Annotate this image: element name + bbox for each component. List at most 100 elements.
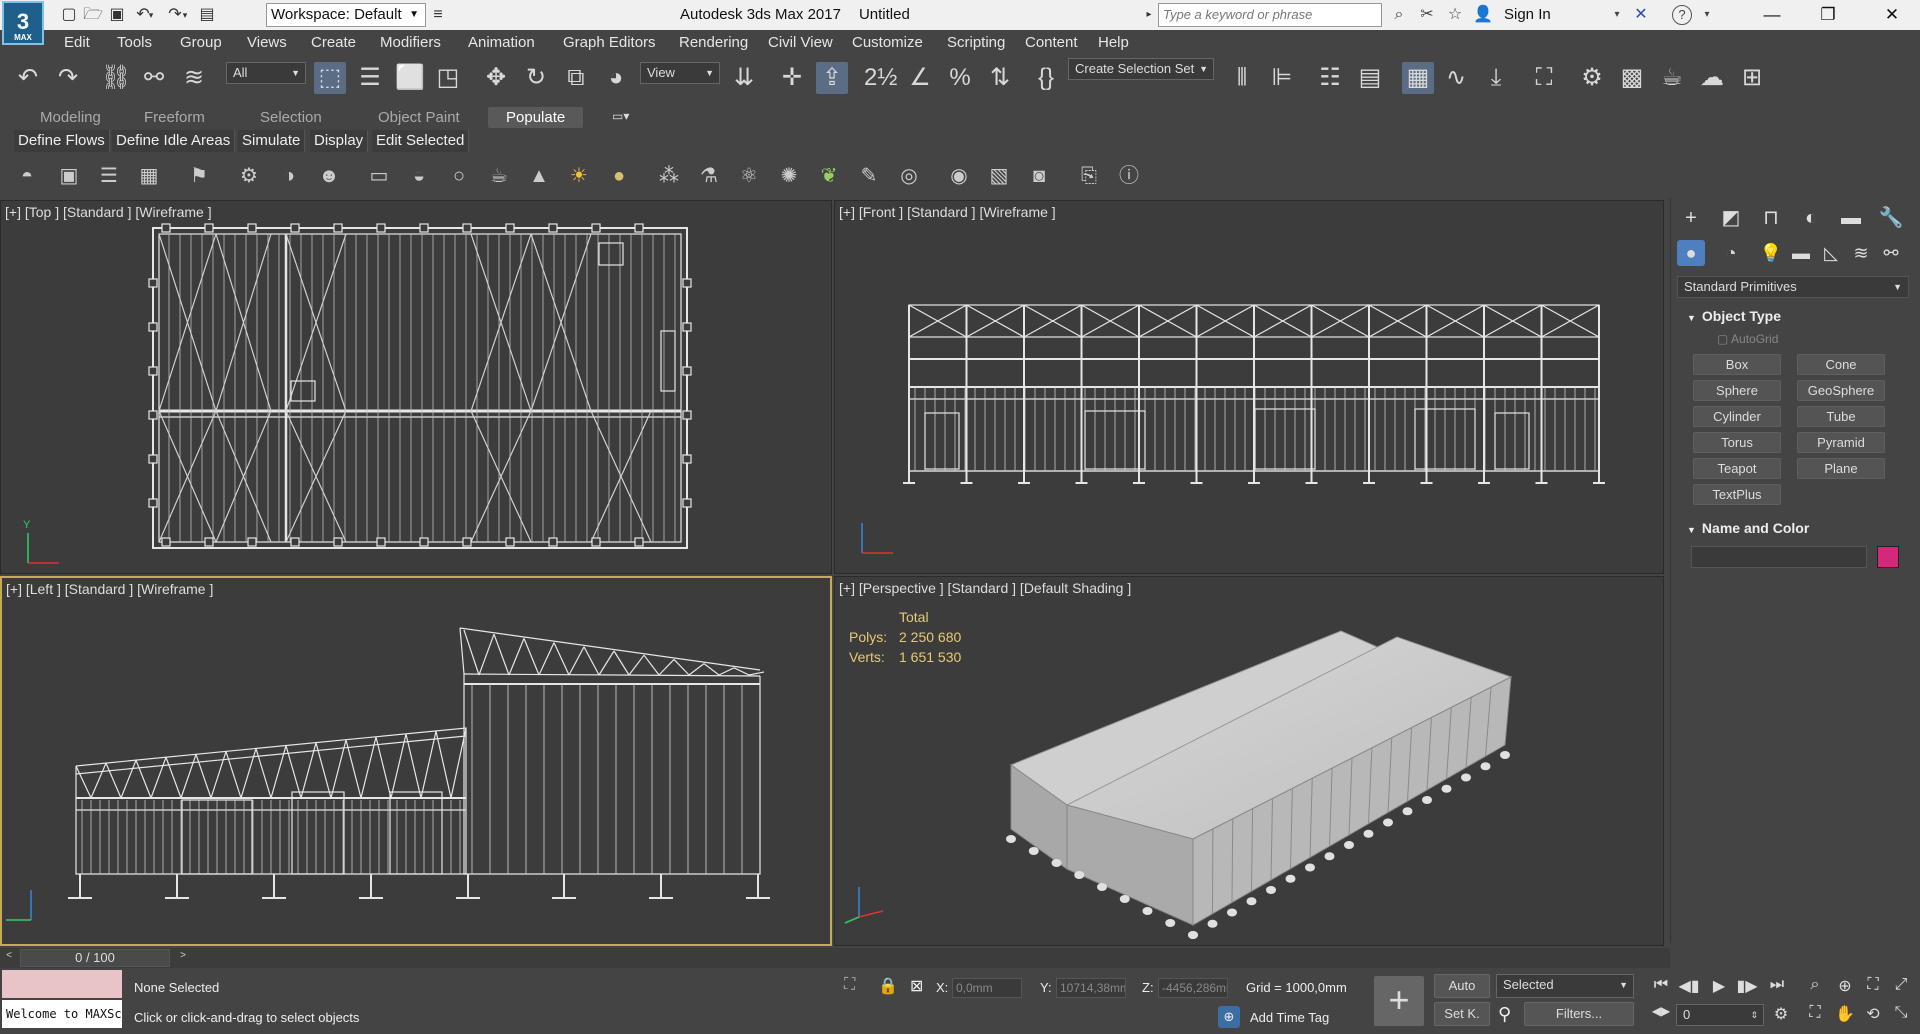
display-panel-icon[interactable]: ▬ xyxy=(1837,204,1865,232)
curve-editor-icon[interactable]: ∿ xyxy=(1440,62,1472,94)
key-mode-toggle-icon[interactable]: ◀▶ xyxy=(1650,1004,1672,1018)
material-sphere-icon[interactable]: ◉ xyxy=(946,163,972,189)
box-button[interactable]: Box xyxy=(1693,354,1781,375)
spinner-snap-icon[interactable]: ⇅ xyxy=(984,62,1016,94)
geosphere-button[interactable]: GeoSphere xyxy=(1797,380,1885,401)
undo-toolbar-icon[interactable]: ↶ xyxy=(12,62,44,94)
foliage-icon[interactable]: ❦ xyxy=(816,163,842,189)
named-selection-set-dropdown[interactable]: Create Selection Set ▼ xyxy=(1068,58,1214,80)
light-lister-icon[interactable]: ⚑ xyxy=(186,163,212,189)
x-coordinate-field[interactable]: 0,0mm xyxy=(952,978,1022,998)
undo-dropdown-icon[interactable]: ▾ xyxy=(146,5,156,25)
align-icon[interactable]: ⊫ xyxy=(1266,62,1298,94)
object-color-swatch[interactable] xyxy=(1877,546,1899,568)
key-mode-dropdown[interactable]: Selected ▼ xyxy=(1496,974,1634,998)
workspace-dropdown[interactable]: Workspace: Default ▼ xyxy=(266,3,426,27)
spinner-icon[interactable]: ◑ xyxy=(276,163,302,189)
table-icon[interactable]: ▦ xyxy=(136,163,162,189)
shell-icon[interactable]: ◎ xyxy=(896,163,922,189)
shapes-icon[interactable]: ◔ xyxy=(1717,240,1745,266)
next-frame-arrow-icon[interactable]: > xyxy=(176,950,190,966)
viewport-label-front[interactable]: [+] [Front ] [Standard ] [Wireframe ] xyxy=(839,204,1056,220)
person-icon[interactable]: ☻ xyxy=(316,163,342,189)
absolute-mode-icon[interactable]: ⊠ xyxy=(910,976,923,996)
set-key-button[interactable]: Set K. xyxy=(1434,1002,1490,1026)
key-filters-icon[interactable]: ⚲ xyxy=(1498,1004,1511,1025)
create-flow-icon[interactable]: ◓ xyxy=(14,163,40,189)
redo-dropdown-icon[interactable]: ▾ xyxy=(180,5,190,25)
bind-icon[interactable]: ⚙ xyxy=(236,163,262,189)
menu-tools[interactable]: Tools xyxy=(117,34,152,51)
render-setup-small-icon[interactable]: ▣ xyxy=(56,163,82,189)
zoom-all-icon[interactable]: ⊕ xyxy=(1834,976,1856,996)
keyboard-shortcut-override-icon[interactable]: ⇪ xyxy=(816,62,848,94)
viewport-label-top[interactable]: [+] [Top ] [Standard ] [Wireframe ] xyxy=(5,204,212,220)
export-icon[interactable]: ⎘ xyxy=(1076,163,1102,189)
maxscript-listener[interactable]: Welcome to MAXScript. xyxy=(2,970,122,1030)
list-icon[interactable]: ☰ xyxy=(96,163,122,189)
add-time-tag[interactable]: Add Time Tag xyxy=(1250,1010,1329,1025)
name-color-header[interactable]: ▼ Name and Color xyxy=(1677,516,1909,540)
select-object-icon[interactable]: ⬚ xyxy=(314,62,346,94)
cone-button[interactable]: Cone xyxy=(1797,354,1885,375)
open-file-icon[interactable]: 🗁 xyxy=(82,5,104,25)
simulate-button[interactable]: Simulate xyxy=(238,130,306,152)
helpers-icon[interactable]: ◺ xyxy=(1817,240,1845,266)
select-manipulate-icon[interactable]: ✛ xyxy=(776,62,808,94)
previous-frame-icon[interactable]: ◀▮ xyxy=(1678,976,1700,996)
autogrid-checkbox[interactable]: ▢ AutoGrid xyxy=(1717,332,1778,346)
select-scale-icon[interactable]: ⧉ xyxy=(560,62,592,94)
viewport-perspective[interactable]: [+] [Perspective ] [Standard ] [Default … xyxy=(834,576,1664,946)
next-frame-icon[interactable]: ▮▶ xyxy=(1736,976,1758,996)
object-name-input[interactable] xyxy=(1691,546,1867,568)
menu-group[interactable]: Group xyxy=(180,34,222,51)
menu-rendering[interactable]: Rendering xyxy=(679,34,748,51)
goto-end-icon[interactable]: ⏭ xyxy=(1766,976,1788,994)
sun-icon[interactable]: ☀ xyxy=(566,163,592,189)
percent-snap-icon[interactable]: % xyxy=(944,62,976,94)
isolate-selection-icon[interactable]: ⛶ xyxy=(844,976,855,994)
schematic-view-icon[interactable]: ⛶ xyxy=(1528,62,1560,94)
snaps-toggle-icon[interactable]: 2½ xyxy=(864,62,897,94)
menu-scripting[interactable]: Scripting xyxy=(947,34,1005,51)
cylinder-button[interactable]: Cylinder xyxy=(1693,406,1781,427)
rendered-frame-window-icon[interactable]: ☕ xyxy=(1656,62,1688,94)
key-filters-button[interactable]: Filters... xyxy=(1524,1002,1634,1026)
unlink-icon[interactable]: ⚯ xyxy=(138,62,170,94)
bind-space-warp-icon[interactable]: ≋ xyxy=(178,62,210,94)
tab-selection[interactable]: Selection xyxy=(260,109,322,126)
render-icon[interactable]: ◙ xyxy=(1026,163,1052,189)
edit-selected-button[interactable]: Edit Selected xyxy=(372,130,470,152)
zoom-extents-all-icon[interactable]: ⤢ xyxy=(1890,976,1912,994)
quick-access-menu-icon[interactable]: ≡ xyxy=(430,5,446,25)
communication-center-icon[interactable]: ✂ xyxy=(1416,5,1438,25)
zoom-icon[interactable]: ⌕ xyxy=(1804,976,1826,994)
viewport-label-perspective[interactable]: [+] [Perspective ] [Standard ] [Default … xyxy=(839,580,1131,596)
window-crossing-icon[interactable]: ◳ xyxy=(432,62,464,94)
menu-civil-view[interactable]: Civil View xyxy=(768,34,833,51)
pan-view-icon[interactable]: ✋ xyxy=(1834,1004,1856,1024)
current-frame-field[interactable]: 0 ⇕ xyxy=(1676,1004,1764,1026)
helper-icon[interactable]: ⚛ xyxy=(736,163,762,189)
modify-panel-icon[interactable]: ◩ xyxy=(1717,204,1745,232)
restore-button[interactable]: ❐ xyxy=(1800,0,1856,30)
search-input[interactable]: Type a keyword or phrase xyxy=(1158,3,1382,27)
sign-in-dropdown-icon[interactable]: ▾ xyxy=(1606,5,1628,25)
pyramid-button[interactable]: Pyramid xyxy=(1797,432,1885,453)
plane-button[interactable]: Plane xyxy=(1797,458,1885,479)
help-icon[interactable]: ? xyxy=(1672,5,1692,25)
ribbon-options-icon[interactable]: ▭▾ xyxy=(612,109,629,123)
edit-named-selection-icon[interactable]: {} xyxy=(1030,62,1062,94)
cameras-icon[interactable]: ▬ xyxy=(1787,240,1815,266)
prev-frame-arrow-icon[interactable]: < xyxy=(2,950,16,966)
select-rotate-icon[interactable]: ↻ xyxy=(520,62,552,94)
tube-button[interactable]: Tube xyxy=(1797,406,1885,427)
zoom-extents-icon[interactable]: ⛶ xyxy=(1862,976,1884,994)
textplus-button[interactable]: TextPlus xyxy=(1693,484,1781,505)
menu-help[interactable]: Help xyxy=(1098,34,1129,51)
viewport-front[interactable]: [+] [Front ] [Standard ] [Wireframe ] xyxy=(834,200,1664,574)
sign-in-link[interactable]: Sign In xyxy=(1504,6,1551,23)
teapot-button[interactable]: Teapot xyxy=(1693,458,1781,479)
selection-lock-icon[interactable]: 🔒 xyxy=(878,976,898,996)
teapot-icon[interactable]: ☕ xyxy=(486,163,512,189)
